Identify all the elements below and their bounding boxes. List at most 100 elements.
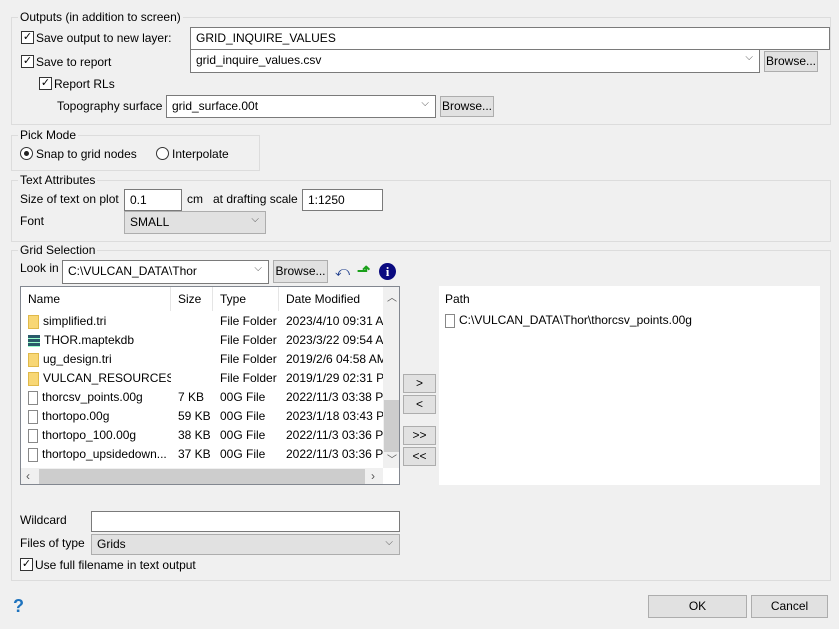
file-type: File Folder: [220, 352, 277, 366]
chevron-down-icon: ⌵: [251, 214, 259, 225]
file-type: 00G File: [220, 428, 266, 442]
file-icon: [445, 313, 455, 328]
text-attributes-title: Text Attributes: [18, 173, 98, 187]
files-of-type-select[interactable]: Grids ⌵: [91, 534, 400, 555]
file-row[interactable]: thortopo_upsidedown... 37 KB 00G File 2022/…: [21, 445, 383, 464]
scroll-left-icon[interactable]: ‹: [26, 469, 30, 483]
scroll-thumb-horizontal[interactable]: [39, 469, 365, 484]
topography-combo[interactable]: grid_surface.00t ⌵: [166, 95, 436, 118]
file-type: File Folder: [220, 333, 277, 347]
report-browse-button[interactable]: Browse...: [764, 51, 818, 72]
remove-button[interactable]: <: [403, 395, 436, 414]
save-layer-label: Save output to new layer:: [36, 31, 172, 45]
folder-icon: [28, 314, 39, 329]
file-row[interactable]: THOR.maptekdb File Folder 2023/3/22 09:54 …: [21, 331, 383, 350]
snap-label: Snap to grid nodes: [36, 147, 137, 161]
full-filename-checkbox[interactable]: ✓: [20, 558, 33, 571]
add-all-button[interactable]: >>: [403, 426, 436, 445]
file-type: 00G File: [220, 447, 266, 461]
chevron-down-icon: ⌵: [254, 263, 262, 274]
topography-browse-button[interactable]: Browse...: [440, 96, 494, 117]
column-name[interactable]: Name: [21, 287, 171, 311]
chevron-down-icon: ⌵: [745, 52, 753, 63]
file-row[interactable]: VULCAN_RESOURCES File Folder 2019/1/29 02:…: [21, 369, 383, 388]
file-name: THOR.maptekdb: [44, 333, 135, 347]
file-list[interactable]: Name Size Type Date Modified simplified.…: [20, 286, 400, 485]
topography-value: grid_surface.00t: [172, 99, 259, 113]
file-size: 59 KB: [178, 409, 211, 423]
file-date: 2019/2/6 04:58 AM: [286, 352, 383, 366]
wildcard-input[interactable]: [91, 511, 400, 532]
up-folder-icon[interactable]: ⬏: [357, 261, 370, 281]
report-rls-checkbox[interactable]: ✓: [39, 77, 52, 90]
remove-all-button[interactable]: <<: [403, 447, 436, 466]
scroll-up-icon[interactable]: ︿: [387, 289, 397, 304]
look-in-label: Look in: [20, 261, 59, 275]
file-date: 2022/11/3 03:36 PM: [286, 428, 383, 442]
files-of-type-label: Files of type: [20, 536, 85, 550]
file-name: VULCAN_RESOURCES: [43, 371, 171, 385]
file-date: 2023/1/18 03:43 PM: [286, 409, 383, 423]
file-row[interactable]: thorcsv_points.00g 7 KB 00G File 2022/11/3 …: [21, 388, 383, 407]
layer-name-input[interactable]: GRID_INQUIRE_VALUES: [190, 27, 830, 50]
text-size-input[interactable]: 0.1: [124, 189, 182, 211]
add-button[interactable]: >: [403, 374, 436, 393]
file-size: 38 KB: [178, 428, 211, 442]
file-icon: [28, 409, 38, 424]
snap-radio[interactable]: [20, 147, 33, 160]
file-type: File Folder: [220, 371, 277, 385]
info-icon[interactable]: i: [379, 263, 396, 280]
file-row[interactable]: thortopo_100.00g 38 KB 00G File 2022/11/3 0…: [21, 426, 383, 445]
vertical-scrollbar[interactable]: ︿ ﹀: [383, 287, 399, 468]
undo-icon[interactable]: ⤺: [335, 263, 350, 280]
font-value: SMALL: [130, 215, 170, 229]
database-icon: [28, 334, 40, 347]
file-icon: [28, 428, 38, 443]
pick-mode-title: Pick Mode: [18, 128, 79, 142]
file-date: 2023/3/22 09:54 AM: [286, 333, 383, 347]
file-size: 37 KB: [178, 447, 211, 461]
selected-path-item[interactable]: C:\VULCAN_DATA\Thor\thorcsv_points.00g: [445, 313, 692, 328]
file-type: File Folder: [220, 314, 277, 328]
drafting-scale-input[interactable]: 1:1250: [302, 189, 383, 211]
file-date: 2023/4/10 09:31 AM: [286, 314, 383, 328]
cancel-button[interactable]: Cancel: [751, 595, 828, 618]
file-row[interactable]: thortopo.00g 59 KB 00G File 2023/1/18 03:43…: [21, 407, 383, 426]
path-header: Path: [445, 292, 470, 306]
file-size: 7 KB: [178, 390, 205, 404]
report-file-combo[interactable]: grid_inquire_values.csv ⌵: [190, 49, 760, 73]
selected-path-list[interactable]: Path C:\VULCAN_DATA\Thor\thorcsv_points.…: [439, 286, 820, 485]
help-icon[interactable]: ?: [13, 596, 24, 617]
topography-label: Topography surface: [57, 99, 163, 113]
interpolate-label: Interpolate: [172, 147, 229, 161]
font-select[interactable]: SMALL ⌵: [124, 211, 266, 234]
scroll-down-icon[interactable]: ﹀: [387, 451, 397, 466]
interpolate-radio[interactable]: [156, 147, 169, 160]
file-row[interactable]: ug_design.tri File Folder 2019/2/6 04:58 A…: [21, 350, 383, 369]
font-label: Font: [20, 214, 45, 228]
file-name: thortopo_upsidedown...: [42, 447, 167, 461]
column-size[interactable]: Size: [171, 287, 213, 311]
scroll-thumb[interactable]: [384, 400, 399, 452]
report-rls-label: Report RLs: [54, 77, 115, 91]
column-type[interactable]: Type: [213, 287, 279, 311]
folder-icon: [28, 371, 39, 386]
file-name: thorcsv_points.00g: [42, 390, 143, 404]
horizontal-scrollbar[interactable]: ‹ ›: [21, 468, 383, 484]
look-in-combo[interactable]: C:\VULCAN_DATA\Thor ⌵: [62, 260, 269, 284]
file-row[interactable]: simplified.tri File Folder 2023/4/10 09:31…: [21, 312, 383, 331]
report-file-value: grid_inquire_values.csv: [196, 53, 322, 67]
look-in-browse-button[interactable]: Browse...: [273, 260, 328, 283]
save-report-checkbox[interactable]: ✓: [21, 55, 34, 68]
ok-button[interactable]: OK: [648, 595, 747, 618]
file-date: 2019/1/29 02:31 PM: [286, 371, 383, 385]
scroll-right-icon[interactable]: ›: [371, 469, 375, 483]
full-filename-label: Use full filename in text output: [35, 558, 196, 572]
unit-label: cm: [187, 192, 203, 206]
look-in-value: C:\VULCAN_DATA\Thor: [68, 264, 197, 278]
column-date[interactable]: Date Modified: [279, 287, 383, 311]
file-type: 00G File: [220, 409, 266, 423]
files-of-type-value: Grids: [97, 537, 126, 551]
save-layer-checkbox[interactable]: ✓: [21, 31, 34, 44]
file-name: thortopo_100.00g: [42, 428, 137, 442]
